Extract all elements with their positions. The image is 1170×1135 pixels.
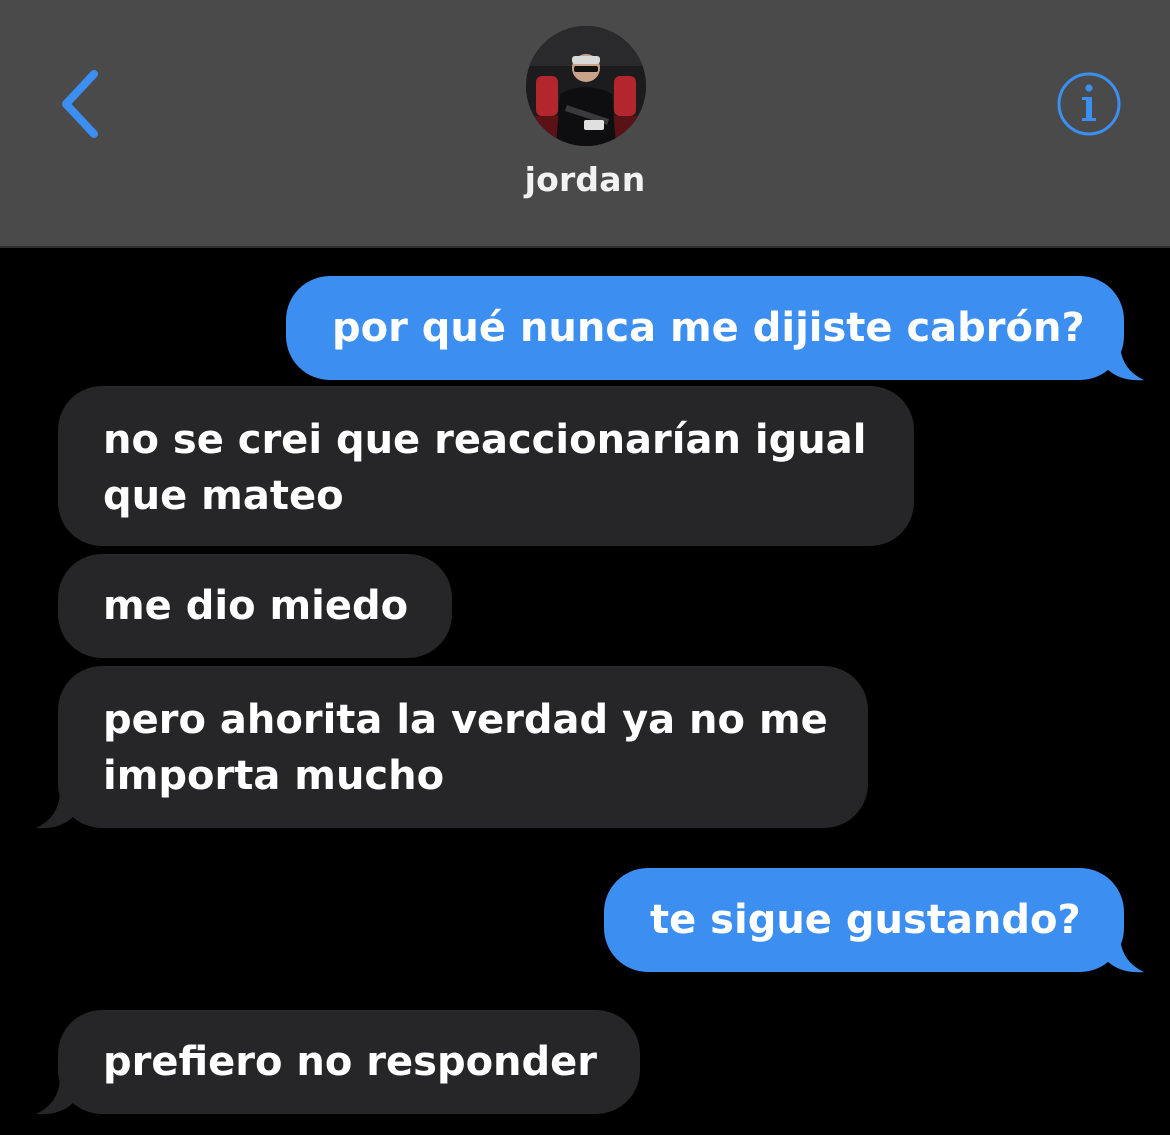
message-text: me dio miedo: [103, 583, 409, 629]
message-text: por qué nunca me dijiste cabrón?: [332, 305, 1085, 351]
bubble-tail: [36, 1080, 74, 1115]
avatar[interactable]: [526, 26, 646, 146]
info-button[interactable]: [1055, 70, 1123, 138]
message-bubble-received[interactable]: no se crei que reaccionarían igual que m…: [58, 386, 914, 546]
back-button[interactable]: [50, 62, 110, 146]
message-thread: por qué nunca me dijiste cabrón? no se c…: [0, 248, 1170, 1135]
message-bubble-received[interactable]: pero ahorita la verdad ya no me importa …: [36, 666, 868, 829]
info-circle-icon: [1057, 72, 1121, 136]
bubble-tail: [36, 794, 74, 829]
message-bubble-received[interactable]: me dio miedo: [58, 554, 452, 658]
conversation-header: jordan: [0, 0, 1170, 248]
message-bubble-received[interactable]: prefiero no responder: [36, 1010, 640, 1115]
chevron-left-icon: [62, 70, 98, 138]
message-text: prefiero no responder: [103, 1039, 598, 1085]
contact-name[interactable]: jordan: [0, 160, 1170, 199]
message-text: te sigue gustando?: [650, 897, 1081, 943]
message-bubble-sent[interactable]: te sigue gustando?: [604, 868, 1144, 973]
message-text: pero ahorita la verdad ya no me importa …: [103, 697, 828, 799]
avatar-photo: [526, 26, 646, 146]
message-bubble-sent[interactable]: por qué nunca me dijiste cabrón?: [286, 276, 1144, 381]
message-text: no se crei que reaccionarían igual que m…: [103, 417, 867, 519]
